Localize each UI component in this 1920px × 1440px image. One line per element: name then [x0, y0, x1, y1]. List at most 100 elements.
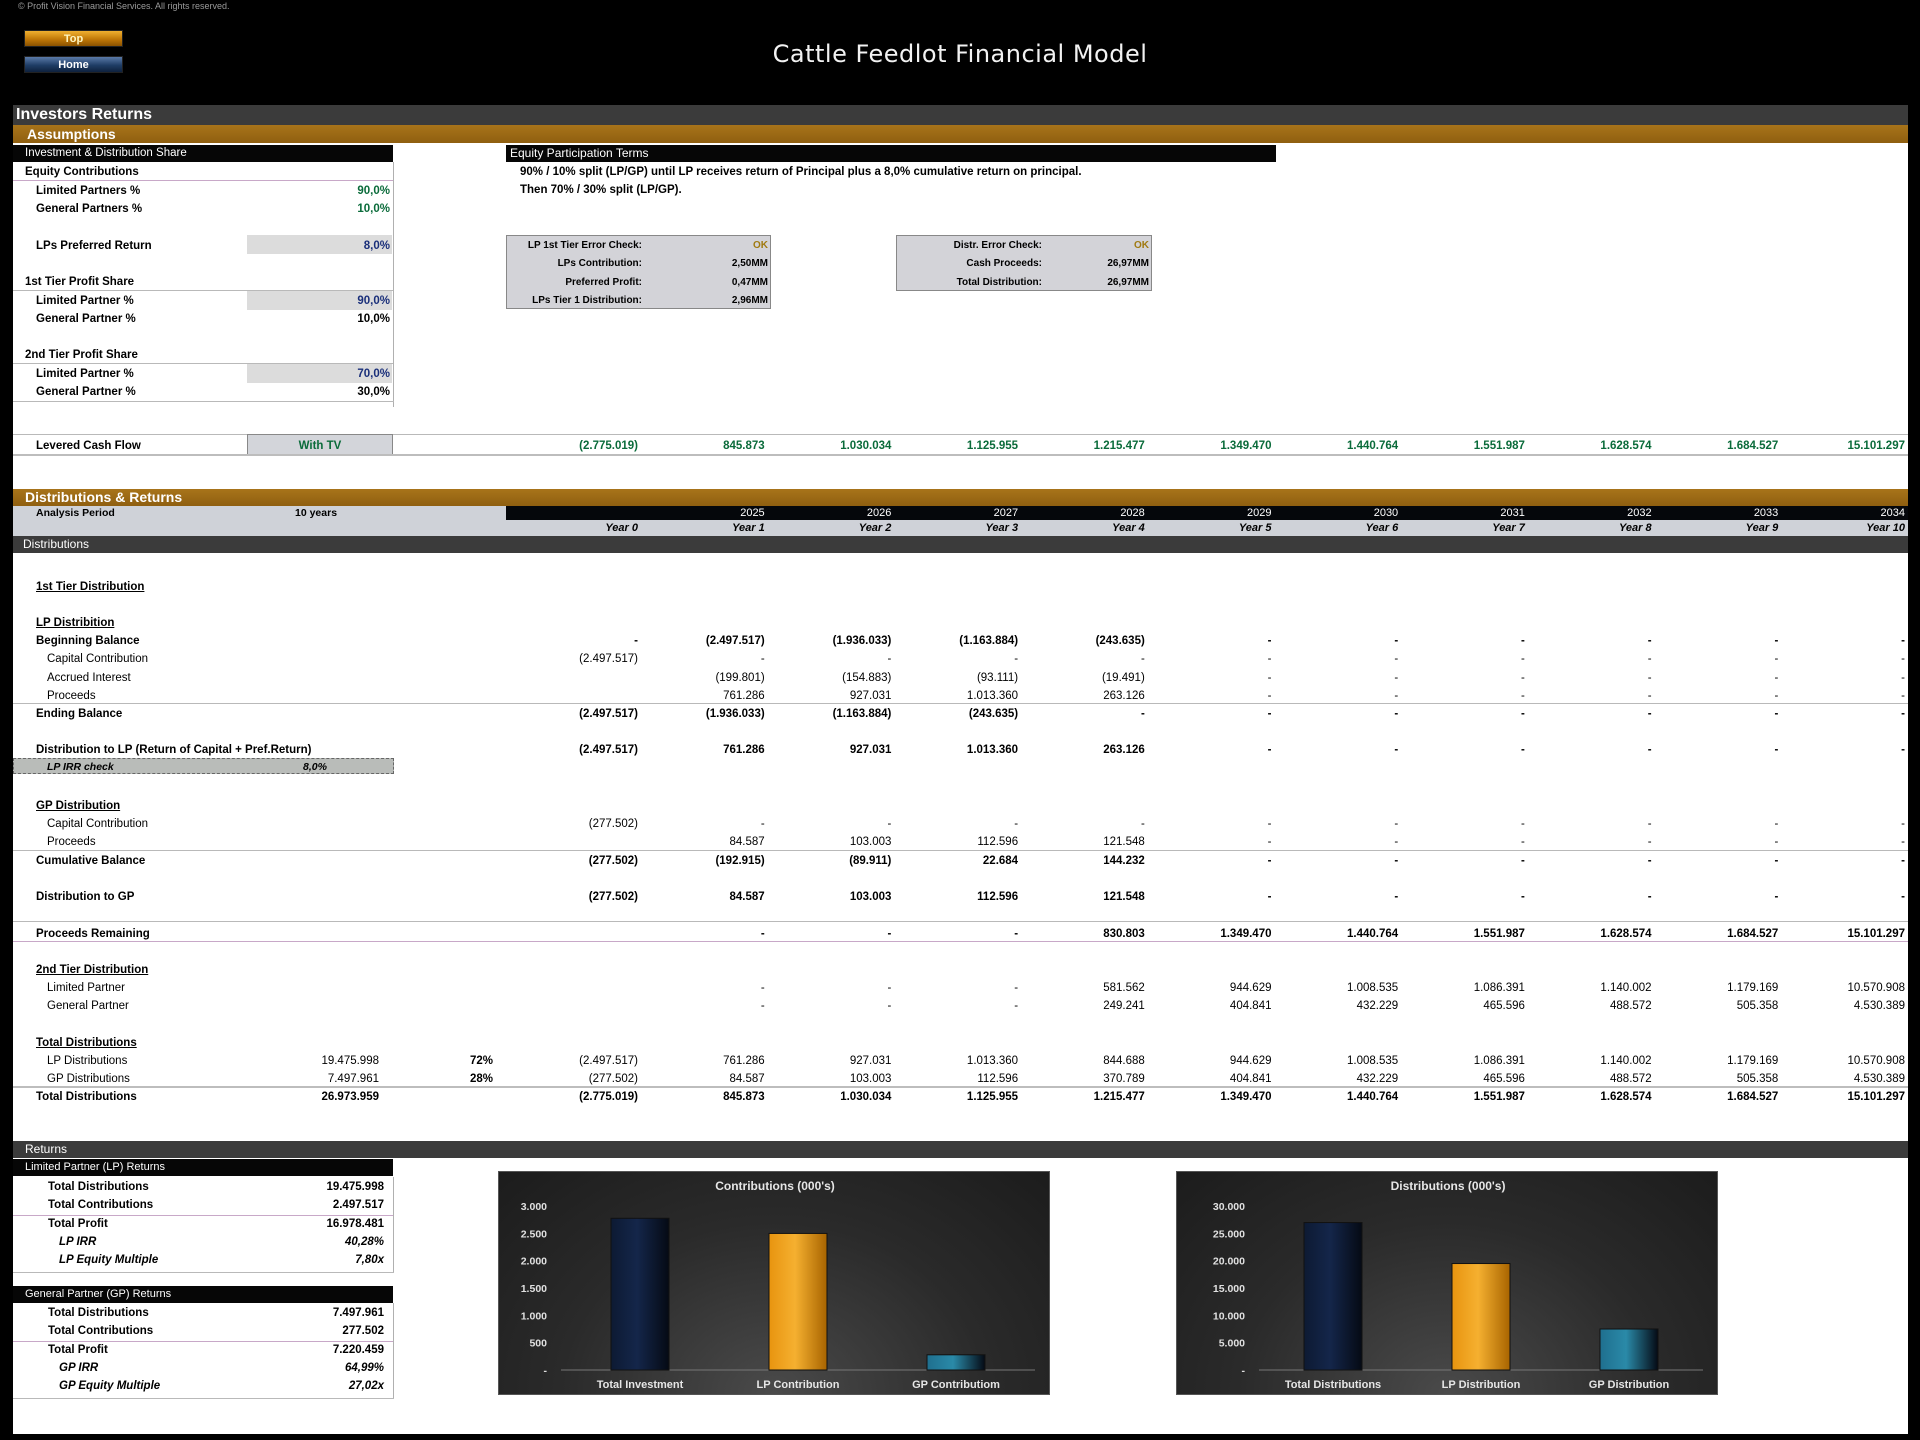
tier2-gp-value: 30,0% [357, 386, 390, 398]
levered-cash-flow-value: 1.030.034 [840, 440, 892, 452]
row-value: 121.548 [1103, 836, 1145, 848]
row-value: 505.358 [1736, 1000, 1779, 1012]
row-value: 581.562 [1103, 982, 1145, 994]
bar [1599, 1328, 1659, 1371]
row-value: - [1394, 818, 1399, 830]
row-value: - [1521, 818, 1525, 830]
year-column-label: Year 5 [1238, 522, 1272, 534]
total-distributions-title: Total Distributions [36, 1037, 137, 1049]
row-value: 15.101.297 [1847, 1091, 1905, 1103]
row-value: (154.883) [842, 672, 892, 684]
tier1-gp-value: 10,0% [357, 313, 390, 325]
returns-value: 7.220.459 [332, 1343, 384, 1356]
check-value: OK [1134, 240, 1149, 251]
year-column-header: 2029 [1247, 507, 1272, 519]
row-value: 1.628.574 [1600, 928, 1652, 940]
row-value: 927.031 [849, 744, 892, 756]
distributions-section-title: Distributions & Returns [13, 489, 1908, 506]
returns-value: 7.497.961 [332, 1307, 384, 1319]
row-value: 103.003 [849, 836, 892, 848]
terms-line-1: 90% / 10% split (LP/GP) until LP receive… [520, 166, 1082, 178]
row-value: - [1267, 855, 1272, 867]
row-value: - [1014, 818, 1019, 830]
returns-value: 7,80x [355, 1254, 384, 1267]
levered-cash-flow-value: 1.628.574 [1600, 440, 1652, 452]
row-value: - [1774, 653, 1779, 665]
row-value: - [1014, 982, 1019, 994]
row-label: Limited Partner [47, 982, 125, 994]
row-value: - [1014, 928, 1019, 940]
pref-return-value: 8,0% [363, 240, 390, 252]
copyright-text: © Profit Vision Financial Services. All … [18, 1, 230, 11]
year-column-label: Year 2 [858, 522, 892, 534]
row-value: - [1774, 891, 1779, 903]
year-column-header: 2025 [740, 507, 765, 519]
row-value: 1.551.987 [1473, 1091, 1525, 1103]
check-label: LPs Tier 1 Distribution: [532, 294, 642, 306]
row-value: - [887, 1000, 892, 1012]
panel-border [393, 1177, 394, 1273]
check-value: 2,96MM [731, 294, 768, 306]
row-value: - [1647, 855, 1652, 867]
row-value: 944.629 [1229, 982, 1272, 994]
levered-cash-flow-value: 1.684.527 [1727, 440, 1779, 452]
row-value: 1.179.169 [1727, 982, 1779, 994]
row-value: 103.003 [849, 1073, 892, 1085]
divider [13, 401, 394, 402]
returns-value: 64,99% [344, 1361, 384, 1374]
divider [13, 703, 1908, 704]
lp-irr-check-label: LP IRR check [47, 761, 114, 773]
row-value: - [887, 928, 892, 940]
row-value: 370.789 [1103, 1073, 1145, 1085]
row-value: (243.635) [1095, 635, 1145, 647]
x-category-label: LP Contribution [757, 1379, 840, 1391]
row-value: - [1394, 836, 1399, 848]
row-value: 1.125.955 [966, 1091, 1019, 1103]
gp-pct-value: 10,0% [357, 203, 390, 215]
divider [13, 1340, 393, 1342]
year-column-header: 2032 [1627, 507, 1652, 519]
row-value: 112.596 [977, 891, 1019, 903]
levered-cash-flow-value: 845.873 [723, 440, 765, 452]
levered-cash-flow-value: 1.440.764 [1347, 440, 1399, 452]
tier2-profit-share-title: 2nd Tier Profit Share [25, 349, 138, 361]
analysis-period-value: 10 years [295, 507, 338, 519]
row-value: 1.013.360 [966, 1055, 1019, 1067]
row-value: (277.502) [588, 818, 638, 830]
levered-cash-flow-value: 1.349.470 [1220, 440, 1272, 452]
year-column-header: 2033 [1753, 507, 1779, 519]
x-category-label: Total Investment [597, 1379, 684, 1391]
row-value: 84.587 [729, 836, 765, 848]
row-value: - [760, 982, 765, 994]
divider [13, 1214, 393, 1216]
row-value: 84.587 [729, 1073, 765, 1085]
row-value: - [1774, 635, 1779, 647]
row-value: 1.551.987 [1473, 928, 1525, 940]
row-value: - [1394, 744, 1399, 756]
year-column-label: Year 0 [605, 522, 638, 534]
year-column-header: 2027 [993, 507, 1019, 519]
row-value: - [760, 928, 765, 940]
row-value: 1.013.360 [966, 744, 1019, 756]
row-value: - [1901, 653, 1905, 665]
row-value: 1.349.470 [1220, 928, 1272, 940]
returns-label: GP Equity Multiple [59, 1380, 161, 1393]
row-value: - [1394, 708, 1399, 720]
levered-cash-flow-label: Levered Cash Flow [36, 440, 141, 452]
returns-value: 277.502 [342, 1325, 384, 1338]
row-value: 927.031 [849, 1055, 892, 1067]
row-value: (2.775.019) [579, 1091, 638, 1103]
returns-label: LP IRR [59, 1235, 97, 1248]
row-value: (277.502) [588, 855, 638, 867]
row-value: (2.497.517) [579, 708, 638, 720]
row-value: - [1267, 653, 1272, 665]
row-label: Accrued Interest [47, 672, 131, 684]
row-label: General Partner [47, 1000, 129, 1012]
page-title: Investors Returns [13, 105, 1908, 125]
row-value: 432.229 [1356, 1073, 1399, 1085]
row-value: - [1014, 1000, 1019, 1012]
check-value: 0,47MM [731, 276, 768, 288]
row-value: 761.286 [723, 1055, 765, 1067]
y-tick-label: - [544, 1365, 548, 1377]
row-value: 22.684 [982, 855, 1019, 867]
